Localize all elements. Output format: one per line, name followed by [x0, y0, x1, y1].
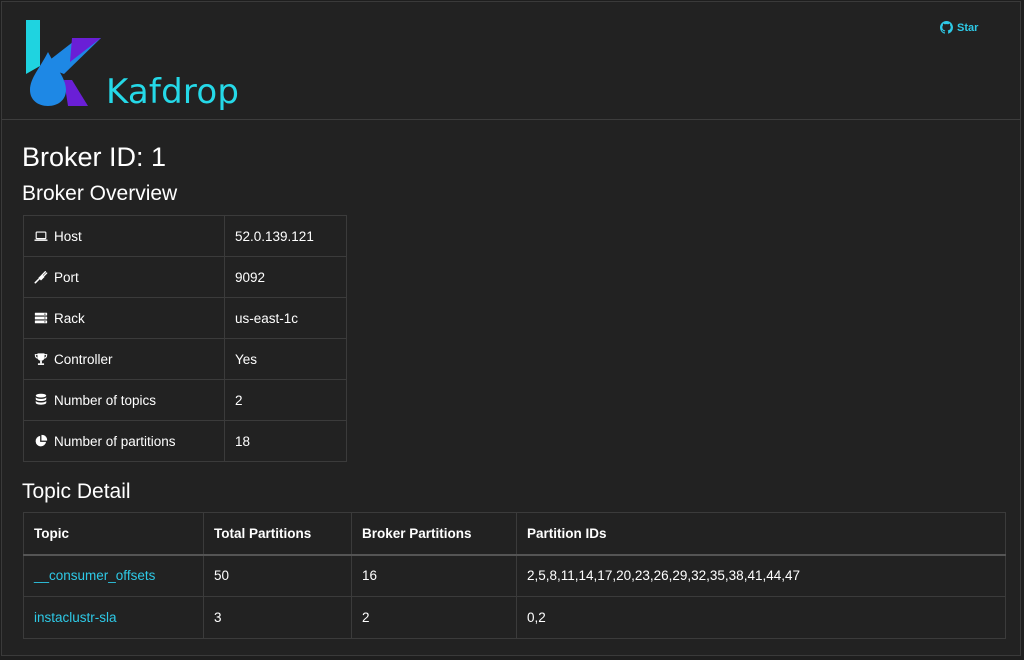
- overview-row-topics: Number of topics 2: [23, 379, 347, 421]
- topic-cell: __consumer_offsets: [23, 554, 204, 597]
- table-row: __consumer_offsets 50 16 2,5,8,11,14,17,…: [23, 554, 1006, 597]
- overview-label-topics: Number of topics: [54, 392, 157, 408]
- overview-key-cell: Rack: [23, 297, 225, 339]
- overview-value-rack: us-east-1c: [224, 297, 347, 339]
- overview-label-controller: Controller: [54, 351, 113, 367]
- overview-row-controller: Controller Yes: [23, 338, 347, 380]
- overview-key-cell: Number of topics: [23, 379, 225, 421]
- total-partitions-cell: 3: [203, 596, 352, 639]
- github-icon: [940, 21, 953, 34]
- broker-overview-table: Host 52.0.139.121 Port 9092 Rack us-east…: [23, 215, 347, 462]
- table-header-row: Topic Total Partitions Broker Partitions…: [23, 512, 1006, 556]
- partition-ids-cell: 0,2: [516, 596, 1006, 639]
- brand-name[interactable]: Kafdrop: [106, 72, 239, 112]
- overview-row-partitions: Number of partitions 18: [23, 420, 347, 462]
- column-header-total-partitions: Total Partitions: [203, 512, 352, 556]
- kafdrop-logo-icon[interactable]: [26, 18, 106, 108]
- overview-key-cell: Host: [23, 215, 225, 257]
- broker-partitions-cell: 16: [351, 554, 517, 597]
- overview-label-host: Host: [54, 228, 82, 244]
- partition-ids-cell: 2,5,8,11,14,17,20,23,26,29,32,35,38,41,4…: [516, 554, 1006, 597]
- overview-row-rack: Rack us-east-1c: [23, 297, 347, 339]
- header: Kafdrop Star: [2, 2, 1020, 120]
- database-icon: [35, 393, 47, 405]
- server-icon: [34, 312, 48, 324]
- topic-detail-table: Topic Total Partitions Broker Partitions…: [23, 512, 1006, 639]
- overview-value-controller: Yes: [224, 338, 347, 380]
- laptop-icon: [34, 231, 48, 241]
- overview-key-cell: Port: [23, 256, 225, 298]
- star-label: Star: [957, 21, 979, 34]
- overview-label-port: Port: [54, 269, 79, 285]
- overview-value-partitions: 18: [224, 420, 347, 462]
- overview-row-host: Host 52.0.139.121: [23, 215, 347, 257]
- app-frame: Kafdrop Star Broker ID: 1 Broker Overvie…: [1, 1, 1021, 656]
- overview-key-cell: Controller: [23, 338, 225, 380]
- trophy-icon: [34, 353, 48, 365]
- pie-chart-icon: [35, 434, 48, 447]
- column-header-broker-partitions: Broker Partitions: [351, 512, 517, 556]
- table-row: instaclustr-sla 3 2 0,2: [23, 596, 1006, 639]
- column-header-topic: Topic: [23, 512, 204, 556]
- overview-label-rack: Rack: [54, 310, 85, 326]
- topic-link[interactable]: instaclustr-sla: [34, 610, 117, 625]
- page-title: Broker ID: 1: [22, 142, 167, 172]
- overview-value-host: 52.0.139.121: [224, 215, 347, 257]
- topic-cell: instaclustr-sla: [23, 596, 204, 639]
- overview-label-partitions: Number of partitions: [54, 433, 176, 449]
- overview-value-topics: 2: [224, 379, 347, 421]
- broker-partitions-cell: 2: [351, 596, 517, 639]
- total-partitions-cell: 50: [203, 554, 352, 597]
- broker-overview-heading: Broker Overview: [22, 182, 178, 205]
- topic-link[interactable]: __consumer_offsets: [34, 568, 155, 583]
- github-star-button[interactable]: Star: [940, 21, 978, 34]
- column-header-partition-ids: Partition IDs: [516, 512, 1006, 556]
- overview-row-port: Port 9092: [23, 256, 347, 298]
- overview-key-cell: Number of partitions: [23, 420, 225, 462]
- overview-value-port: 9092: [224, 256, 347, 298]
- plug-icon: [34, 271, 48, 284]
- topic-detail-heading: Topic Detail: [22, 480, 131, 503]
